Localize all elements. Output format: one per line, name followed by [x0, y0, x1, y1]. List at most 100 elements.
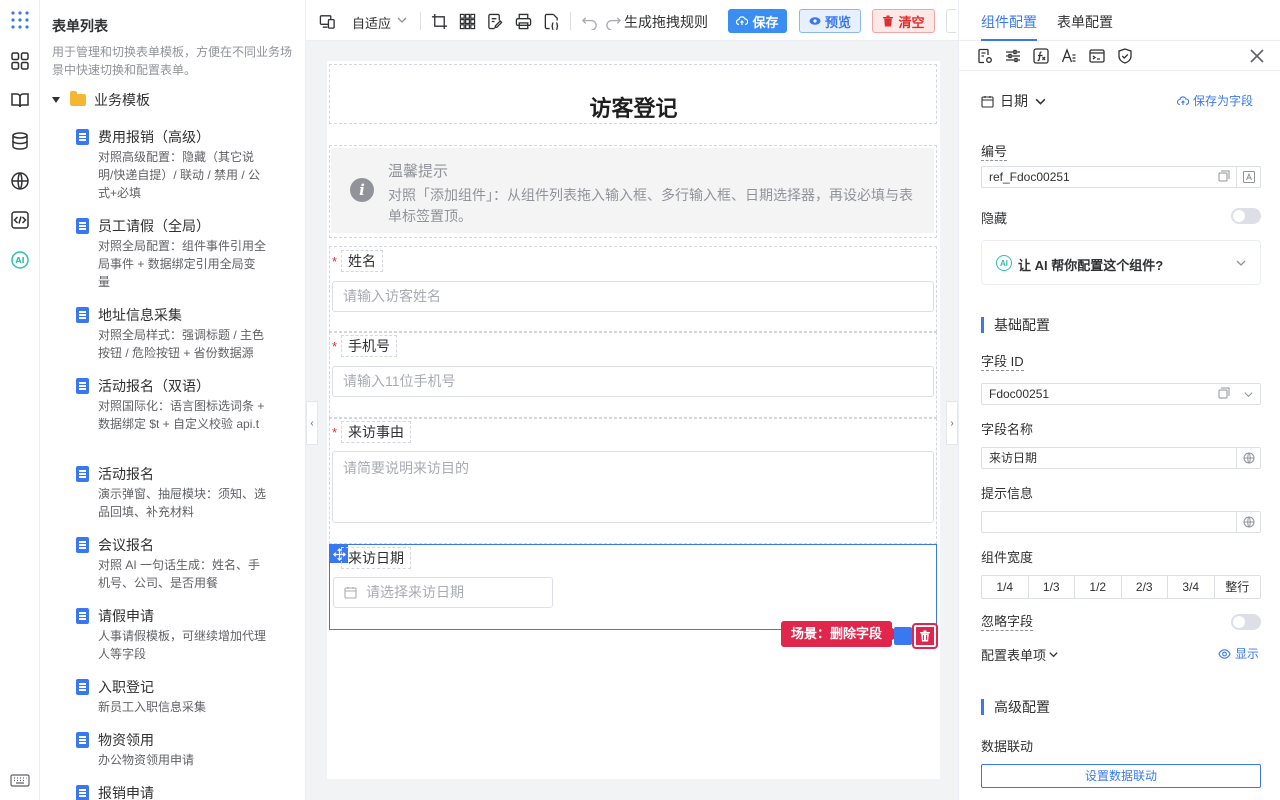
field-id-label: 字段 ID — [981, 354, 1024, 371]
hint-input[interactable] — [981, 511, 1261, 533]
template-item-description: 对照 AI 一句话生成：姓名、手机号、公司、是否用餐 — [98, 558, 261, 590]
json-doc-icon[interactable] — [542, 12, 560, 30]
form-item-config-label: 配置表单项 — [981, 648, 1047, 663]
form-item-config-toggle[interactable]: 配置表单项 — [981, 645, 1059, 664]
template-item-description: 办公物资领用申请 — [98, 753, 195, 767]
text-style-icon[interactable] — [1061, 48, 1077, 64]
collapse-right-toggle[interactable]: › — [946, 401, 958, 445]
design-canvas: ‹ › 访客登记 i 温馨提示 对照「添加组件」：从组件列表拖入输入框、多行输入… — [306, 41, 958, 800]
text-mode-icon[interactable] — [1236, 166, 1260, 188]
template-list-description: 用于管理和切换表单模板，方便在不同业务场景中快速切换和配置表单。 — [52, 45, 293, 77]
copy-field-button[interactable] — [894, 627, 912, 645]
globe-icon[interactable] — [1236, 447, 1260, 469]
script-window-icon[interactable] — [1089, 48, 1105, 64]
edit-doc-icon[interactable] — [486, 12, 504, 30]
toolbar-divider — [420, 12, 421, 30]
field-id-input[interactable]: Fdoc00251 — [981, 383, 1261, 405]
database-icon[interactable] — [9, 130, 31, 152]
crop-frame-icon[interactable] — [430, 12, 448, 30]
visit-date-picker[interactable]: 请选择来访日期 — [333, 577, 553, 608]
phone-input[interactable]: 请输入11位手机号 — [332, 366, 934, 397]
field-label-reason: 来访事由 — [341, 421, 411, 443]
book-icon[interactable] — [9, 89, 31, 111]
formula-icon[interactable] — [1033, 48, 1049, 64]
width-option[interactable]: 1/4 — [982, 576, 1029, 598]
config-icon-bar — [959, 41, 1280, 71]
print-icon[interactable] — [514, 12, 532, 30]
width-option[interactable]: 1/3 — [1029, 576, 1075, 598]
scene-badge: 场景：删除字段 — [781, 621, 905, 647]
preview-button[interactable]: 预览 — [799, 9, 861, 33]
config-panel: 组件配置 表单配置 日期 保存为字段 编号 ref_Fdoc00251 隐藏 A… — [958, 0, 1280, 800]
show-toggle[interactable]: 显示 — [1218, 645, 1259, 662]
visit-reason-textarea[interactable]: 请简要说明来访目的 — [332, 451, 934, 523]
required-mark: * — [332, 339, 338, 354]
set-data-linkage-button[interactable]: 设置数据联动 — [981, 764, 1261, 788]
globe-icon[interactable] — [9, 170, 31, 192]
hidden-label: 隐藏 — [981, 211, 1008, 226]
layout-mode-select[interactable]: 自适应 — [352, 13, 391, 32]
hidden-switch[interactable] — [1231, 208, 1261, 224]
template-item-description: 人事请假模板，可继续增加代理人等字段 — [98, 629, 267, 661]
form-settings-icon[interactable] — [977, 48, 993, 64]
chevron-down-icon[interactable] — [1236, 383, 1260, 405]
undo-icon[interactable] — [580, 12, 598, 30]
form-title: 访客登记 — [589, 96, 678, 121]
ai-icon[interactable]: AI — [9, 249, 31, 271]
device-layout-icon[interactable] — [318, 12, 336, 30]
overflow-button[interactable] — [946, 9, 956, 33]
ref-input[interactable]: ref_Fdoc00251 — [981, 166, 1261, 188]
caret-down-icon[interactable] — [52, 97, 60, 103]
chevron-down-icon[interactable] — [396, 14, 408, 26]
ignore-field-label: 忽略字段 — [981, 614, 1034, 631]
selected-date-field-block[interactable]: 来访日期 请选择来访日期 — [329, 544, 937, 630]
copy-icon[interactable] — [1218, 170, 1230, 182]
cloud-upload-icon — [1177, 95, 1189, 105]
clear-button[interactable]: 清空 — [872, 9, 935, 33]
ai-config-prompt: 让 AI 帮你配置这个组件? — [1018, 258, 1164, 273]
copy-icon[interactable] — [1218, 387, 1230, 399]
width-option[interactable]: 2/3 — [1122, 576, 1168, 598]
ignore-field-switch[interactable] — [1231, 614, 1261, 630]
delete-field-button[interactable] — [912, 623, 938, 649]
keyboard-icon[interactable] — [9, 769, 31, 791]
tab-form-config[interactable]: 表单配置 — [1057, 12, 1113, 32]
generate-drag-rules-button[interactable]: 生成拖拽规则 — [624, 12, 708, 32]
width-label: 组件宽度 — [981, 550, 1034, 565]
width-option[interactable]: 3/4 — [1168, 576, 1215, 598]
globe-icon[interactable] — [1236, 511, 1260, 533]
redo-icon[interactable] — [604, 12, 622, 30]
code-icon[interactable] — [9, 209, 31, 231]
shield-check-icon[interactable] — [1117, 48, 1133, 64]
close-icon[interactable] — [1249, 48, 1265, 64]
component-type-select[interactable]: 日期 — [981, 91, 1047, 111]
field-name-input[interactable]: 来访日期 — [981, 447, 1261, 469]
save-as-field-button[interactable]: 保存为字段 — [1177, 92, 1253, 109]
template-list-title: 表单列表 — [52, 18, 108, 34]
template-item-name: 请假申请 — [98, 608, 154, 624]
required-mark: * — [332, 254, 338, 269]
sliders-icon[interactable] — [1005, 48, 1021, 64]
collapse-left-toggle[interactable]: ‹ — [306, 401, 318, 445]
field-label-name: 姓名 — [341, 250, 383, 272]
components-icon[interactable] — [9, 50, 31, 72]
template-item-description: 对照国际化：语言图标选词条 + 数据绑定 $t + 自定义校验 api.t — [98, 399, 265, 431]
save-button[interactable]: 保存 — [728, 9, 787, 33]
width-option[interactable]: 整行 — [1215, 576, 1261, 598]
template-folder[interactable]: 业务模板 — [52, 90, 150, 110]
tab-component-config[interactable]: 组件配置 — [981, 12, 1037, 32]
app-grid-icon[interactable] — [9, 9, 31, 31]
chevron-down-icon — [1236, 260, 1246, 266]
visitor-name-input[interactable]: 请输入访客姓名 — [332, 281, 934, 312]
grid-icon[interactable] — [458, 12, 476, 30]
template-folder-label: 业务模板 — [94, 92, 150, 108]
template-item-name: 活动报名 — [98, 466, 154, 482]
width-option[interactable]: 1/2 — [1075, 576, 1122, 598]
document-icon — [76, 307, 89, 323]
field-name-value: 来访日期 — [989, 451, 1038, 465]
field-name-label: 字段名称 — [981, 422, 1034, 437]
left-rail: AI — [0, 0, 40, 800]
template-item-description: 对照全局配置：组件事件引用全局事件 + 数据绑定引用全局变量 — [98, 239, 267, 289]
ai-config-collapse[interactable]: AI 让 AI 帮你配置这个组件? — [981, 240, 1261, 285]
template-item-name: 员工请假（全局） — [98, 218, 210, 234]
